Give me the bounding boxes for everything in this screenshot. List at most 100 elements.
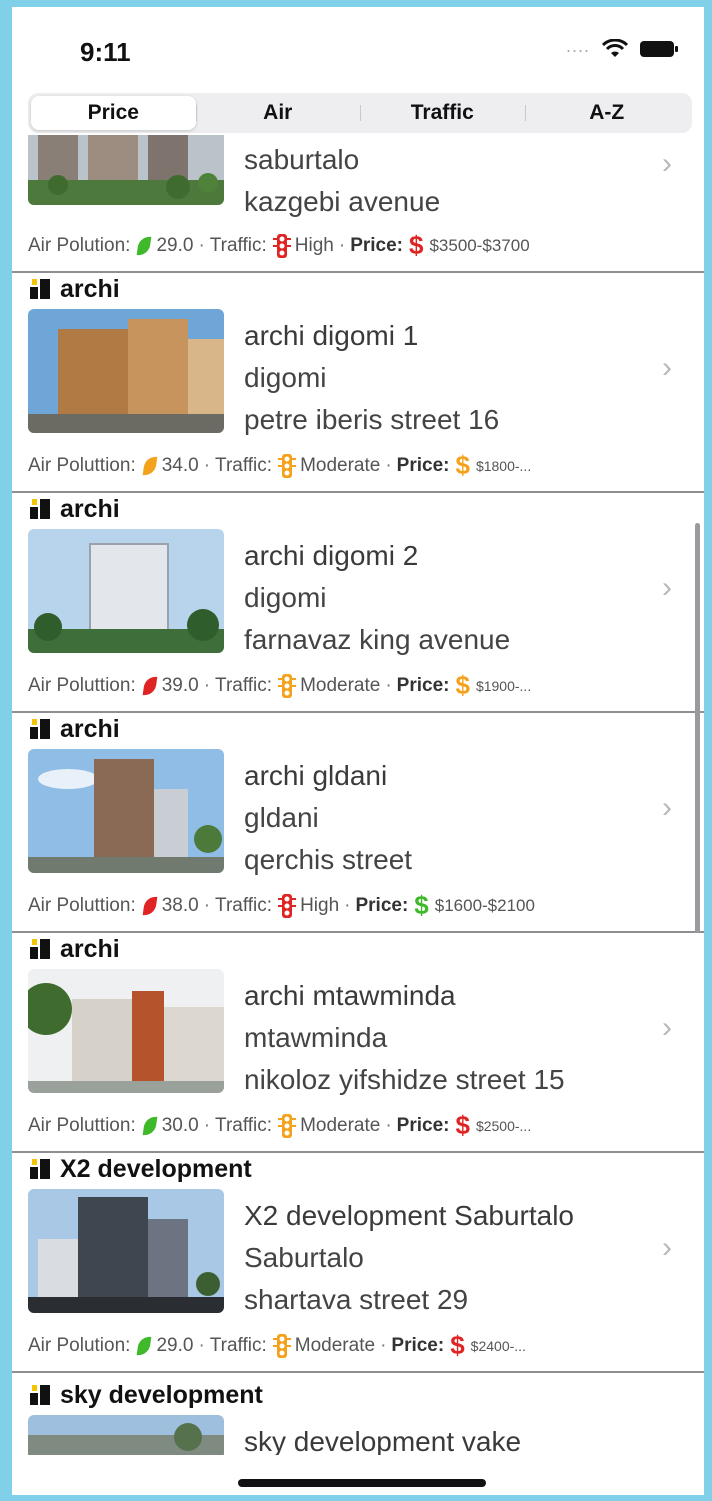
developer-logo-icon [30, 279, 52, 299]
air-label: Air Poluttion: [28, 674, 136, 696]
list-item[interactable]: archi archi gldani gldani qerchis street… [12, 713, 704, 933]
listing-name: archi digomi 2 [244, 540, 419, 571]
listing-texts: archi digomi 1 digomi petre iberis stree… [244, 315, 499, 441]
list-item[interactable]: X2 development X2 development Saburtalo … [12, 1153, 704, 1373]
separator: · [385, 674, 392, 696]
separator: · [344, 894, 351, 916]
air-value: 30.0 [161, 1114, 199, 1136]
price-label: Price: [396, 1114, 450, 1136]
developer-header: X2 development [30, 1153, 252, 1185]
developer-logo-icon [30, 499, 52, 519]
traffic-value: Moderate [294, 1334, 376, 1356]
listing-district: gldani [244, 802, 319, 833]
price-value: $2500-... [475, 1117, 532, 1134]
listing-texts: X2 development Saburtalo Saburtalo shart… [244, 1195, 574, 1321]
status-icons: .... [565, 36, 678, 59]
price-label: Price: [391, 1334, 445, 1356]
separator: · [203, 894, 211, 916]
listing-address: farnavaz king avenue [244, 624, 511, 655]
air-label: Air Polution: [28, 234, 131, 256]
price-label: Price: [396, 454, 450, 476]
price-value: $2400-... [470, 1337, 526, 1354]
listing-name: X2 development Saburtalo [244, 1200, 574, 1231]
air-label: Air Poluttion: [28, 894, 136, 916]
phone-screen: 9:11 .... Price Air Traffic A-Z saburtal… [12, 7, 704, 1495]
separator: · [198, 1334, 205, 1356]
list-item[interactable]: saburtalo kazgebi avenue › Air Polution:… [12, 135, 704, 273]
sort-segmented-control: Price Air Traffic A-Z [28, 93, 692, 133]
traffic-label: Traffic: [209, 1334, 267, 1356]
list-item[interactable]: archi archi digomi 1 digomi petre iberis… [12, 273, 704, 493]
listing-texts: sky development vake [244, 1421, 521, 1455]
dollar-icon: $ [414, 890, 429, 920]
cellular-signal-icon: .... [565, 36, 590, 56]
price-value: $1900-... [475, 677, 532, 694]
traffic-value: Moderate [300, 674, 381, 696]
chevron-right-icon: › [662, 571, 672, 604]
listing-address: kazgebi avenue [244, 186, 441, 217]
dollar-icon: $ [455, 670, 470, 700]
dollar-icon: $ [455, 1110, 470, 1140]
tab-traffic[interactable]: Traffic [360, 96, 525, 130]
listing-photo [28, 309, 224, 433]
leaf-green-icon [137, 234, 152, 257]
developer-logo-icon [30, 719, 52, 739]
listing-photo [28, 1415, 224, 1455]
list-item[interactable]: sky development sky development vake [12, 1379, 704, 1455]
traffic-light-orange-icon [278, 673, 297, 698]
listing-photo [28, 1189, 224, 1313]
traffic-light-red-icon [272, 233, 291, 258]
traffic-light-orange-icon [278, 1113, 297, 1138]
price-label: Price: [355, 894, 409, 916]
leaf-orange-icon [142, 454, 158, 477]
traffic-label: Traffic: [215, 674, 273, 696]
separator: · [203, 454, 211, 476]
developer-name: archi [60, 714, 120, 743]
list-item[interactable]: archi archi digomi 2 digomi farnavaz kin… [12, 493, 704, 713]
wifi-icon [602, 39, 628, 57]
developer-header: archi [30, 493, 120, 525]
listing-photo [28, 529, 224, 653]
tab-air[interactable]: Air [195, 96, 361, 130]
developer-header: archi [30, 273, 120, 305]
listing-name: archi digomi 1 [244, 320, 419, 351]
tab-a-z[interactable]: A-Z [524, 96, 690, 130]
developer-name: archi [60, 274, 120, 303]
listing-meta: Air Poluttion: 30.0 · Traffic: Moderate … [28, 1110, 531, 1141]
developer-name: archi [60, 934, 120, 963]
list-item[interactable]: archi archi mtawminda mtawminda nikoloz … [12, 933, 704, 1153]
leaf-red-icon [142, 674, 158, 697]
traffic-value: High [294, 234, 334, 256]
tab-price[interactable]: Price [31, 96, 196, 130]
air-value: 29.0 [156, 1334, 194, 1356]
battery-icon [640, 41, 678, 57]
listing-address: nikoloz yifshidze street 15 [244, 1064, 565, 1095]
traffic-value: High [300, 894, 340, 916]
listing-name: archi mtawminda [244, 980, 456, 1011]
developer-name: X2 development [60, 1154, 252, 1183]
listing-district: Saburtalo [244, 1242, 364, 1273]
listing-texts: archi mtawminda mtawminda nikoloz yifshi… [244, 975, 565, 1101]
price-value: $1800-... [475, 457, 532, 474]
status-time: 9:11 [80, 37, 131, 67]
listing-meta: Air Poluttion: 38.0 · Traffic: High · Pr… [28, 890, 535, 921]
listing-address: shartava street 29 [244, 1284, 469, 1315]
listing-photo [28, 749, 224, 873]
listing-photo [28, 969, 224, 1093]
developer-logo-icon [30, 1385, 52, 1405]
listing-texts: archi digomi 2 digomi farnavaz king aven… [244, 535, 510, 661]
air-value: 34.0 [161, 454, 199, 476]
separator: · [198, 234, 205, 256]
leaf-red-icon [142, 894, 158, 917]
price-value: $1600-$2100 [434, 895, 535, 915]
scrollbar[interactable] [695, 523, 700, 933]
traffic-label: Traffic: [215, 1114, 273, 1136]
air-value: 39.0 [161, 674, 199, 696]
listing-name: sky development vake [244, 1426, 522, 1455]
chevron-right-icon: › [662, 1231, 672, 1264]
developer-name: archi [60, 494, 120, 523]
developer-header: archi [30, 713, 120, 745]
listing-texts: saburtalo kazgebi avenue [244, 139, 440, 223]
separator: · [380, 1334, 387, 1356]
listings-list: saburtalo kazgebi avenue › Air Polution:… [12, 135, 704, 1455]
